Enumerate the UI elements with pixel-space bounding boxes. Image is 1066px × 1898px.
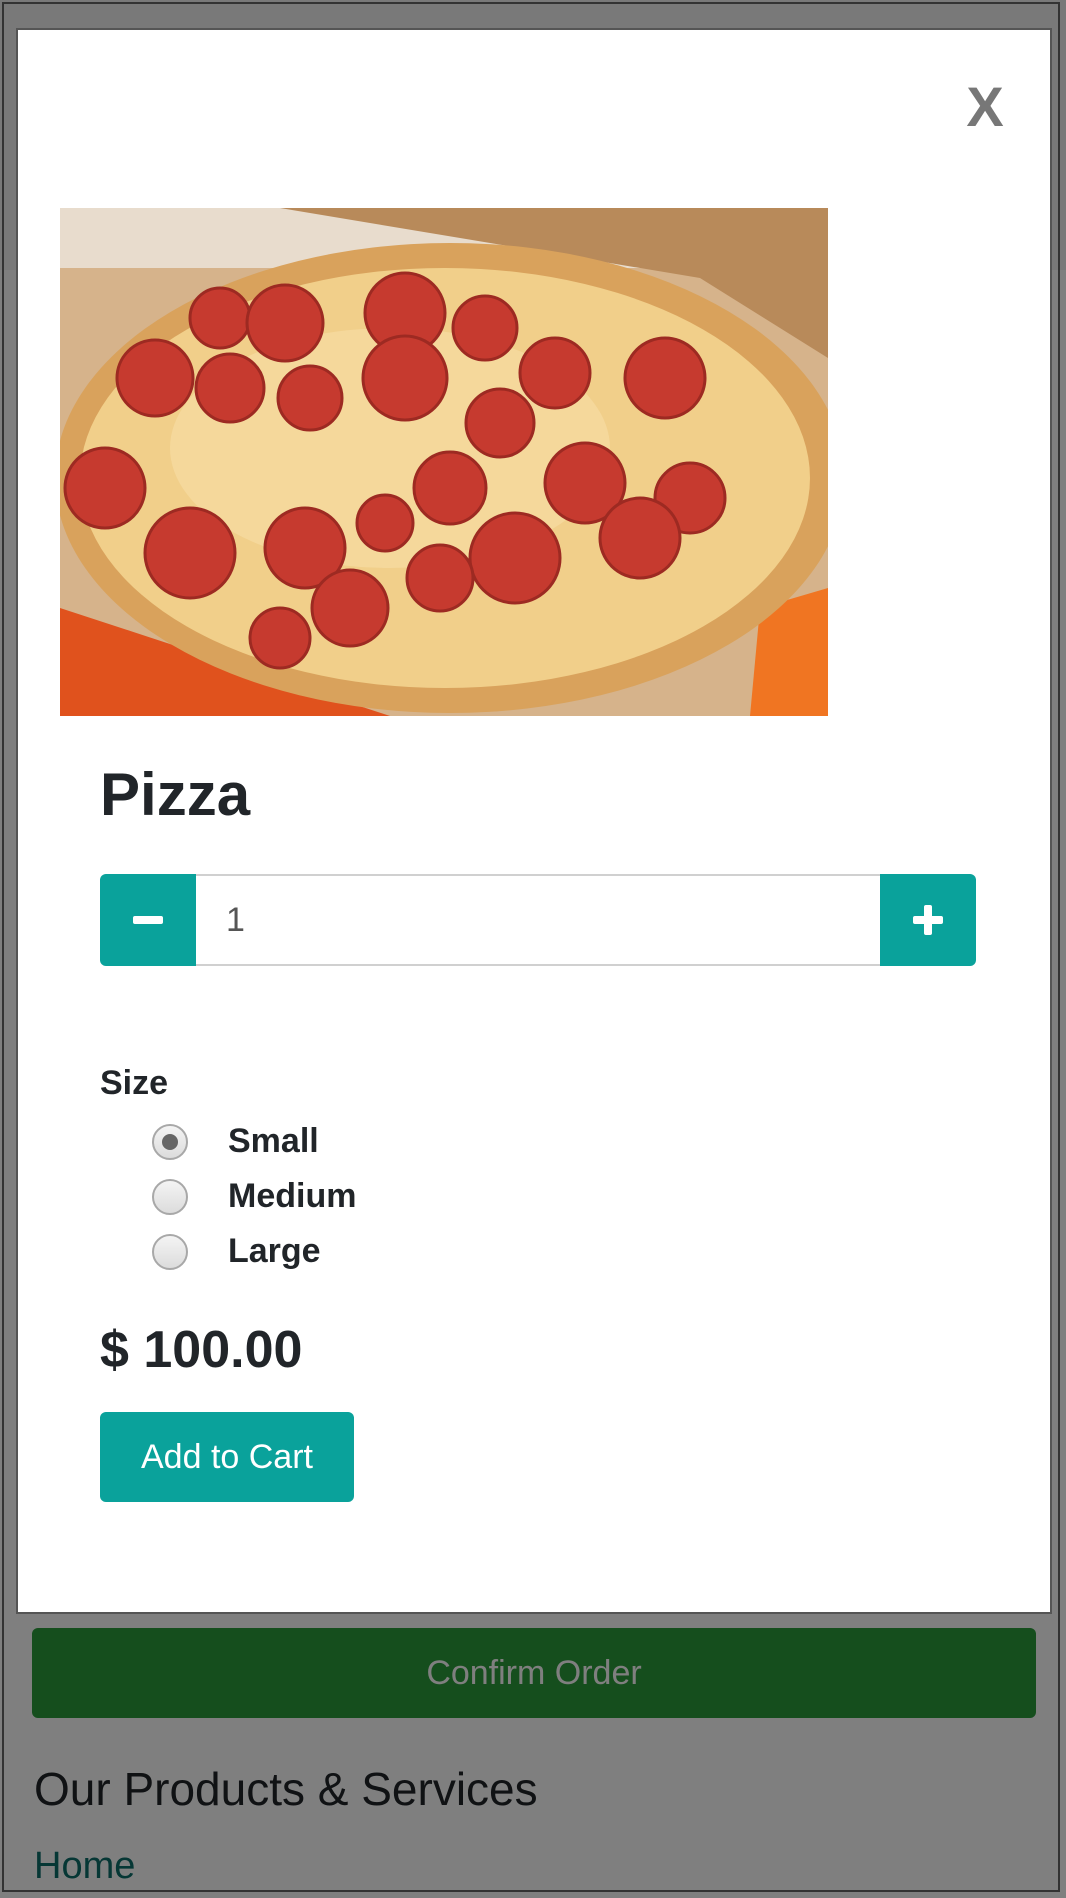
size-option-small[interactable]: Small	[152, 1114, 356, 1169]
size-option-label: Large	[228, 1232, 321, 1270]
product-title: Pizza	[100, 761, 251, 828]
minus-icon	[133, 916, 163, 924]
close-button[interactable]: X	[958, 66, 1012, 146]
size-option-medium[interactable]: Medium	[152, 1169, 356, 1224]
radio-large[interactable]	[152, 1233, 188, 1270]
size-option-label: Medium	[228, 1177, 357, 1215]
decrement-button[interactable]	[100, 874, 196, 966]
size-option-large[interactable]: Large	[152, 1224, 356, 1279]
increment-button[interactable]	[880, 874, 976, 966]
size-option-label: Small	[228, 1122, 319, 1160]
radio-medium[interactable]	[152, 1178, 188, 1215]
pizza-illustration	[60, 208, 828, 716]
quantity-input[interactable]	[196, 874, 880, 966]
product-modal: X Pizza 1 Size Small Medium Large $ 100.…	[16, 28, 1052, 1614]
radio-small[interactable]	[152, 1123, 188, 1160]
product-image	[60, 208, 828, 716]
product-price: $ 100.00	[100, 1321, 303, 1379]
radio-selected-dot	[162, 1133, 178, 1150]
size-options: Small Medium Large	[152, 1114, 356, 1279]
size-label: Size	[100, 1064, 169, 1102]
quantity-stepper	[100, 874, 976, 966]
add-to-cart-button[interactable]: Add to Cart	[100, 1412, 354, 1502]
plus-icon	[913, 905, 943, 935]
